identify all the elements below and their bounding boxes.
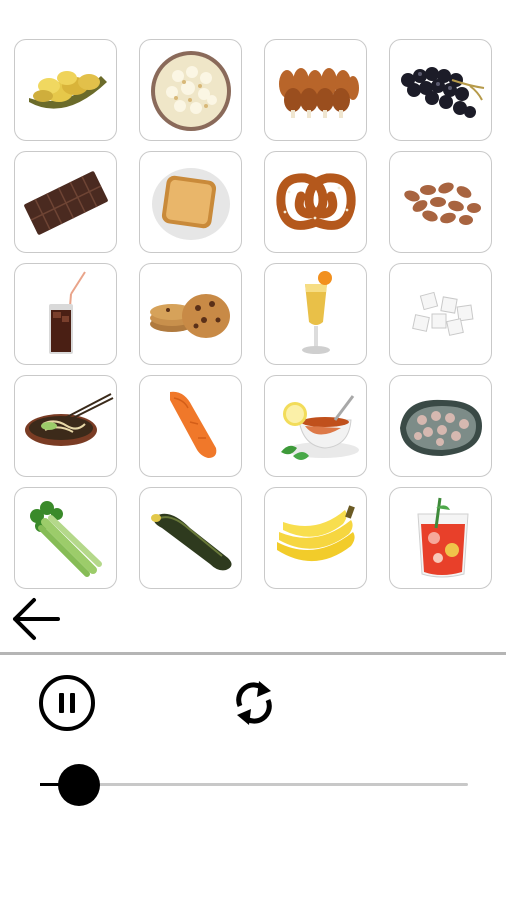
- tile-cola-drink[interactable]: [14, 263, 117, 365]
- tile-tea-cup[interactable]: [264, 375, 367, 477]
- tile-bananas[interactable]: [264, 487, 367, 589]
- divider: [0, 652, 506, 655]
- tile-cucumber[interactable]: [139, 487, 242, 589]
- pause-circle-icon: [39, 675, 95, 731]
- repeat-button[interactable]: [226, 672, 282, 734]
- celery-image: [30, 501, 102, 577]
- slider-thumb[interactable]: [57, 764, 100, 806]
- chips-image: [29, 71, 107, 109]
- tile-juice-glass[interactable]: [264, 263, 367, 365]
- pause-button[interactable]: [38, 674, 96, 732]
- tile-candy-plate[interactable]: [389, 375, 492, 477]
- tile-chips[interactable]: [14, 39, 117, 141]
- progress-slider[interactable]: [40, 762, 468, 812]
- tile-carrot[interactable]: [139, 375, 242, 477]
- tile-chocolate-bar[interactable]: [14, 151, 117, 253]
- pretzel-image: [276, 173, 356, 230]
- almonds-image: [404, 182, 481, 225]
- juice-glass-image: [302, 271, 332, 354]
- cola-drink-image: [49, 271, 86, 354]
- fruit-punch-image: [417, 497, 469, 578]
- chicken-legs-image: [279, 68, 359, 118]
- bananas-image: [277, 505, 355, 562]
- tile-toast[interactable]: [139, 151, 242, 253]
- tile-almonds[interactable]: [389, 151, 492, 253]
- repeat-icon: [236, 681, 272, 725]
- tea-cup-image: [281, 395, 359, 460]
- back-button[interactable]: [10, 596, 62, 642]
- tile-fruit-punch[interactable]: [389, 487, 492, 589]
- tile-noodle-soup[interactable]: [14, 375, 117, 477]
- chocolate-bar-image: [24, 171, 108, 235]
- tile-chicken-legs[interactable]: [264, 39, 367, 141]
- tile-grapes[interactable]: [389, 39, 492, 141]
- food-grid: [14, 39, 494, 591]
- popcorn-image: [151, 51, 231, 131]
- grapes-image: [401, 67, 485, 118]
- tile-popcorn[interactable]: [139, 39, 242, 141]
- tile-sugar-cubes[interactable]: [389, 263, 492, 365]
- sugar-cubes-image: [412, 291, 474, 336]
- candy-plate-image: [400, 399, 482, 456]
- tile-celery[interactable]: [14, 487, 117, 589]
- tile-pretzel[interactable]: [264, 151, 367, 253]
- carrot-image: [170, 391, 217, 458]
- arrow-left-icon: [13, 598, 60, 640]
- cookies-image: [150, 294, 230, 338]
- toast-image: [152, 168, 230, 240]
- noodle-soup-image: [25, 393, 114, 446]
- tile-cookies[interactable]: [139, 263, 242, 365]
- cucumber-image: [151, 513, 232, 571]
- slider-track: [40, 783, 468, 786]
